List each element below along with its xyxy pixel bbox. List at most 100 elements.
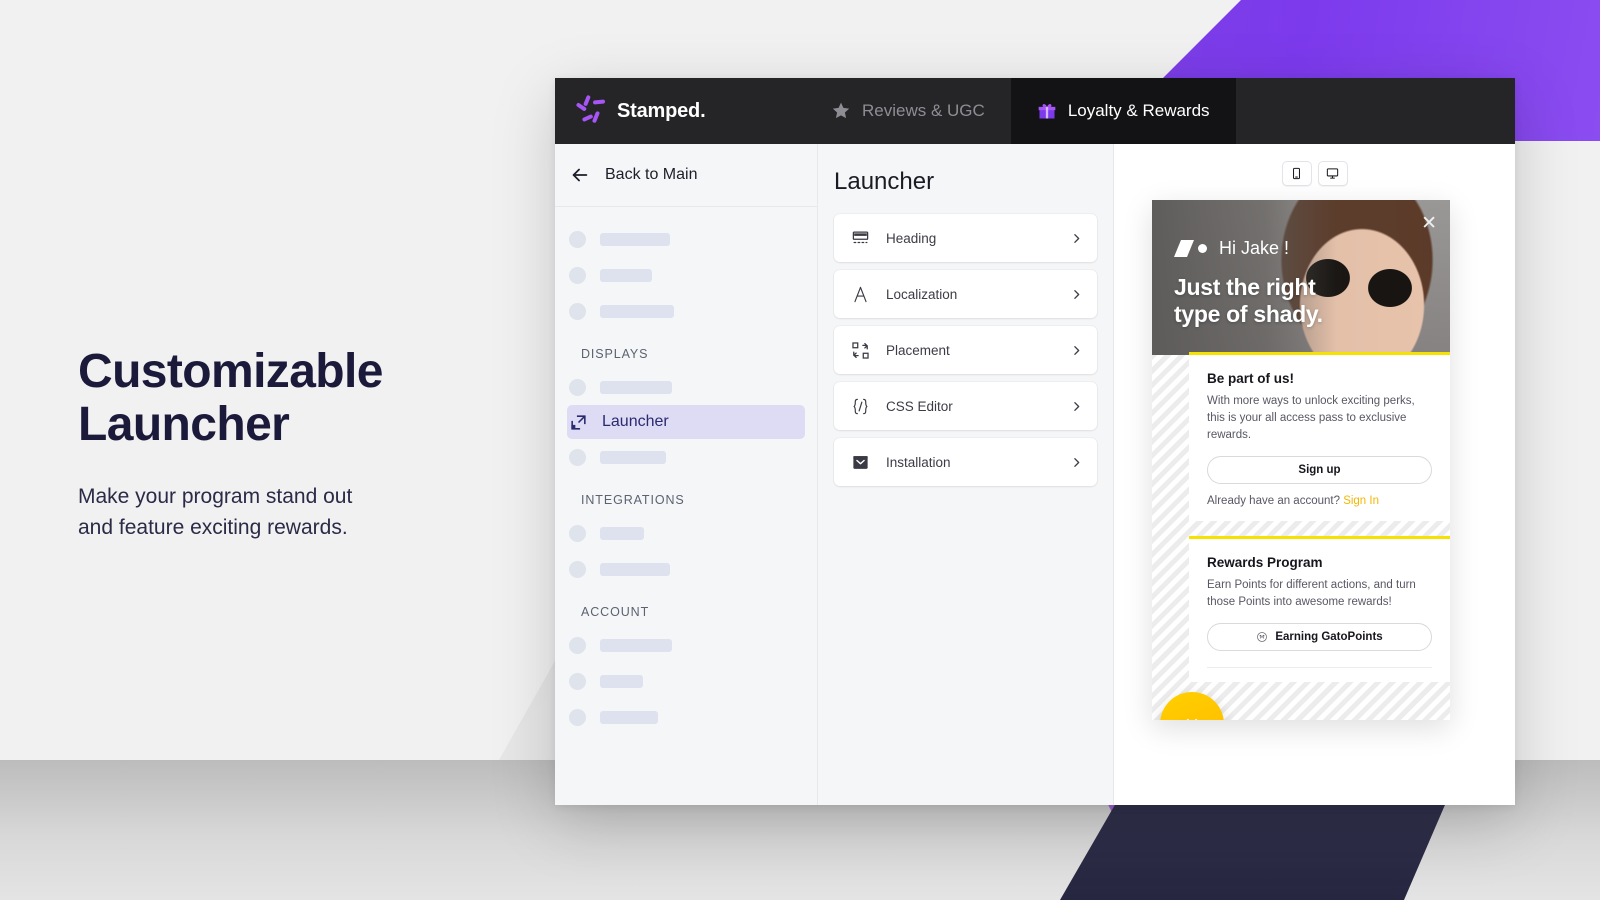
sidebar-item-placeholder[interactable] [567, 293, 805, 329]
device-toggle [1281, 161, 1348, 186]
already-account-text: Already have an account? [1207, 495, 1344, 507]
back-to-main-label: Back to Main [605, 166, 698, 183]
device-toggle-mobile[interactable] [1281, 161, 1312, 186]
tab-loyalty-rewards-label: Loyalty & Rewards [1067, 101, 1210, 120]
sidebar-item-placeholder[interactable] [567, 221, 805, 257]
sidebar-section-integrations: INTEGRATIONS [581, 493, 685, 507]
desktop-icon [1326, 168, 1339, 179]
widget-card-rewards-body: Earn Points for different actions, and t… [1207, 579, 1416, 608]
settings-panel: Launcher Heading Localization Placement … [818, 144, 1114, 805]
tab-loyalty-rewards[interactable]: Loyalty & Rewards [1010, 78, 1236, 144]
tab-reviews-ugc-label: Reviews & UGC [862, 101, 985, 120]
panel-item-installation[interactable]: Installation [834, 438, 1097, 486]
placeholder-dot-icon [569, 448, 586, 466]
widget-hero: ✕ Hi Jake ! Just the right type of shady… [1152, 200, 1450, 355]
widget-card-rewards-title: Rewards Program [1207, 555, 1323, 570]
widget-greeting-row: Hi Jake ! [1174, 238, 1289, 259]
placeholder-dot-icon [569, 266, 586, 284]
sidebar-item-placeholder[interactable] [567, 663, 805, 699]
placeholder-bar [600, 638, 672, 652]
widget-close-icon[interactable]: ✕ [1421, 214, 1437, 233]
sidebar-item-placeholder[interactable] [567, 439, 805, 475]
sidebar-section-account: ACCOUNT [581, 605, 650, 619]
placeholder-bar [600, 526, 644, 540]
page-subtitle: Make your program stand out and feature … [78, 481, 508, 543]
placeholder-bar [600, 450, 666, 464]
widget-card-signup-body: With more ways to unlock exciting perks,… [1207, 395, 1415, 441]
brand-mark-icon [1174, 240, 1207, 257]
placeholder-bar [600, 562, 670, 576]
widget-headline-line1: Just the right [1174, 274, 1316, 300]
preview-pane: ✕ Hi Jake ! Just the right type of shady… [1114, 144, 1515, 805]
stamped-logo-icon [575, 94, 607, 127]
app-header: Stamped. Reviews & UGC Loyalty & Rewards [555, 78, 1515, 144]
sidebar-item-placeholder[interactable] [567, 627, 805, 663]
placeholder-dot-icon [569, 636, 586, 654]
chevron-right-icon [1074, 401, 1080, 411]
placement-icon [852, 341, 869, 359]
placeholder-dot-icon [569, 230, 586, 248]
chevron-right-icon [1074, 457, 1080, 467]
sidebar-item-placeholder[interactable] [567, 257, 805, 293]
app-window: Stamped. Reviews & UGC Loyalty & Rewards [555, 78, 1515, 805]
panel-title: Launcher [834, 168, 935, 195]
page-root: Customizable Launcher Make your program … [0, 0, 1600, 900]
panel-item-heading[interactable]: Heading [834, 214, 1097, 262]
page-subtitle-line1: Make your program stand out [78, 485, 353, 508]
panel-item-localization-label: Localization [886, 286, 958, 302]
panel-item-placement[interactable]: Placement [834, 326, 1097, 374]
page-title-line2: Launcher [78, 398, 290, 451]
placeholder-dot-icon [569, 302, 586, 320]
placeholder-dot-icon [569, 672, 586, 690]
installation-icon [853, 455, 868, 469]
placeholder-bar [600, 232, 670, 246]
sidebar-item-launcher[interactable]: Launcher [567, 405, 805, 439]
sidebar-item-placeholder[interactable] [567, 551, 805, 587]
placeholder-bar [600, 268, 652, 282]
chevron-right-icon [1074, 345, 1080, 355]
page-subtitle-line2: and feature exciting rewards. [78, 516, 348, 539]
sidebar-item-placeholder[interactable] [567, 699, 805, 735]
sign-in-link[interactable]: Sign In [1343, 495, 1379, 507]
placeholder-dot-icon [569, 560, 586, 578]
panel-item-css-editor[interactable]: CSS Editor [834, 382, 1097, 430]
sidebar-item-placeholder[interactable] [567, 369, 805, 405]
sidebar-item-placeholder[interactable] [567, 515, 805, 551]
widget-card-signup-footer: Already have an account? Sign In [1207, 495, 1432, 507]
device-toggle-desktop[interactable] [1317, 161, 1348, 186]
hero-copy: Customizable Launcher Make your program … [78, 345, 508, 543]
panel-item-installation-label: Installation [886, 454, 951, 470]
chevron-right-icon [1074, 289, 1080, 299]
tab-reviews-ugc[interactable]: Reviews & UGC [805, 78, 1011, 144]
star-icon [832, 102, 850, 119]
back-to-main-button[interactable]: Back to Main [555, 144, 817, 207]
arrow-left-icon [572, 168, 588, 182]
sidebar: Back to Main DISPLAYS Launcher INTEGRATI… [555, 144, 818, 805]
panel-item-heading-label: Heading [886, 230, 937, 246]
widget-card-divider [1207, 667, 1432, 668]
placeholder-dot-icon [569, 708, 586, 726]
earning-gatopoints-button[interactable]: Earning GatoPoints [1207, 623, 1432, 651]
brand: Stamped. [555, 78, 805, 144]
panel-item-localization[interactable]: Localization [834, 270, 1097, 318]
launcher-widget-preview: ✕ Hi Jake ! Just the right type of shady… [1152, 200, 1450, 720]
placeholder-dot-icon [569, 524, 586, 542]
placeholder-bar [600, 674, 643, 688]
gift-icon [1038, 104, 1056, 119]
paw-icon [1257, 632, 1268, 642]
heading-icon [852, 231, 869, 243]
launcher-icon [571, 414, 586, 430]
close-icon [1186, 718, 1198, 720]
widget-card-signup: Be part of us! With more ways to unlock … [1189, 352, 1450, 521]
widget-card-signup-title: Be part of us! [1207, 371, 1295, 386]
page-title-line1: Customizable [78, 345, 383, 398]
chevron-right-icon [1074, 233, 1080, 243]
brand-name: Stamped. [617, 99, 706, 122]
panel-item-placement-label: Placement [886, 342, 950, 358]
panel-item-css-editor-label: CSS Editor [886, 398, 953, 414]
page-title: Customizable Launcher [78, 345, 508, 451]
sidebar-section-displays: DISPLAYS [581, 347, 649, 361]
sign-up-button[interactable]: Sign up [1207, 456, 1432, 484]
localization-icon [854, 286, 867, 302]
widget-headline-line2: type of shady. [1174, 301, 1323, 327]
